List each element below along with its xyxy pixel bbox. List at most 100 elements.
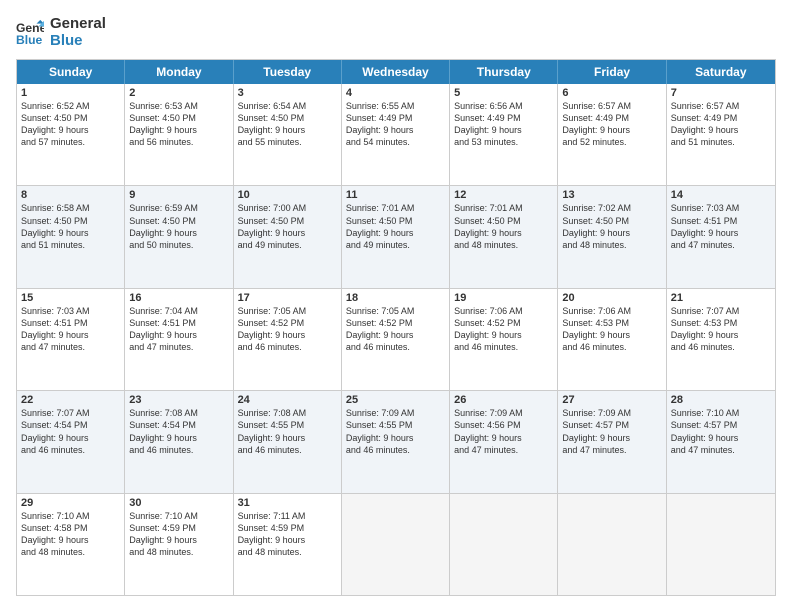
day-cell-9: 9Sunrise: 6:59 AMSunset: 4:50 PMDaylight… [125,186,233,287]
day-cell-24: 24Sunrise: 7:08 AMSunset: 4:55 PMDayligh… [234,391,342,492]
day-info: Sunrise: 7:11 AMSunset: 4:59 PMDaylight:… [238,510,337,559]
day-info: Sunrise: 7:07 AMSunset: 4:54 PMDaylight:… [21,407,120,456]
day-number: 30 [129,497,228,509]
day-number: 9 [129,189,228,201]
day-info: Sunrise: 7:10 AMSunset: 4:57 PMDaylight:… [671,407,771,456]
day-cell-28: 28Sunrise: 7:10 AMSunset: 4:57 PMDayligh… [667,391,775,492]
day-info: Sunrise: 7:02 AMSunset: 4:50 PMDaylight:… [562,202,661,251]
calendar-row-1: 1Sunrise: 6:52 AMSunset: 4:50 PMDaylight… [17,84,775,186]
day-cell-23: 23Sunrise: 7:08 AMSunset: 4:54 PMDayligh… [125,391,233,492]
day-cell-5: 5Sunrise: 6:56 AMSunset: 4:49 PMDaylight… [450,84,558,185]
day-number: 22 [21,394,120,406]
day-cell-13: 13Sunrise: 7:02 AMSunset: 4:50 PMDayligh… [558,186,666,287]
day-number: 10 [238,189,337,201]
day-cell-18: 18Sunrise: 7:05 AMSunset: 4:52 PMDayligh… [342,289,450,390]
day-info: Sunrise: 7:06 AMSunset: 4:53 PMDaylight:… [562,305,661,354]
day-cell-22: 22Sunrise: 7:07 AMSunset: 4:54 PMDayligh… [17,391,125,492]
day-cell-29: 29Sunrise: 7:10 AMSunset: 4:58 PMDayligh… [17,494,125,595]
day-info: Sunrise: 7:03 AMSunset: 4:51 PMDaylight:… [671,202,771,251]
day-info: Sunrise: 7:09 AMSunset: 4:55 PMDaylight:… [346,407,445,456]
day-cell-4: 4Sunrise: 6:55 AMSunset: 4:49 PMDaylight… [342,84,450,185]
header-day-thursday: Thursday [450,60,558,84]
day-info: Sunrise: 6:57 AMSunset: 4:49 PMDaylight:… [562,100,661,149]
calendar-row-4: 22Sunrise: 7:07 AMSunset: 4:54 PMDayligh… [17,391,775,493]
day-number: 16 [129,292,228,304]
day-number: 5 [454,87,553,99]
day-info: Sunrise: 6:56 AMSunset: 4:49 PMDaylight:… [454,100,553,149]
day-cell-31: 31Sunrise: 7:11 AMSunset: 4:59 PMDayligh… [234,494,342,595]
day-number: 1 [21,87,120,99]
day-cell-15: 15Sunrise: 7:03 AMSunset: 4:51 PMDayligh… [17,289,125,390]
day-info: Sunrise: 6:54 AMSunset: 4:50 PMDaylight:… [238,100,337,149]
header: General Blue General Blue [16,16,776,49]
day-cell-20: 20Sunrise: 7:06 AMSunset: 4:53 PMDayligh… [558,289,666,390]
day-info: Sunrise: 7:01 AMSunset: 4:50 PMDaylight:… [454,202,553,251]
day-number: 8 [21,189,120,201]
day-cell-6: 6Sunrise: 6:57 AMSunset: 4:49 PMDaylight… [558,84,666,185]
day-info: Sunrise: 7:10 AMSunset: 4:58 PMDaylight:… [21,510,120,559]
day-number: 31 [238,497,337,509]
day-info: Sunrise: 7:09 AMSunset: 4:56 PMDaylight:… [454,407,553,456]
day-info: Sunrise: 7:04 AMSunset: 4:51 PMDaylight:… [129,305,228,354]
day-number: 11 [346,189,445,201]
day-cell-3: 3Sunrise: 6:54 AMSunset: 4:50 PMDaylight… [234,84,342,185]
day-info: Sunrise: 7:01 AMSunset: 4:50 PMDaylight:… [346,202,445,251]
day-cell-25: 25Sunrise: 7:09 AMSunset: 4:55 PMDayligh… [342,391,450,492]
calendar: SundayMondayTuesdayWednesdayThursdayFrid… [16,59,776,596]
day-cell-7: 7Sunrise: 6:57 AMSunset: 4:49 PMDaylight… [667,84,775,185]
day-number: 6 [562,87,661,99]
day-cell-19: 19Sunrise: 7:06 AMSunset: 4:52 PMDayligh… [450,289,558,390]
calendar-body: 1Sunrise: 6:52 AMSunset: 4:50 PMDaylight… [17,84,775,595]
day-cell-11: 11Sunrise: 7:01 AMSunset: 4:50 PMDayligh… [342,186,450,287]
day-cell-21: 21Sunrise: 7:07 AMSunset: 4:53 PMDayligh… [667,289,775,390]
day-number: 4 [346,87,445,99]
header-day-sunday: Sunday [17,60,125,84]
calendar-row-3: 15Sunrise: 7:03 AMSunset: 4:51 PMDayligh… [17,289,775,391]
day-number: 12 [454,189,553,201]
day-info: Sunrise: 6:58 AMSunset: 4:50 PMDaylight:… [21,202,120,251]
day-number: 3 [238,87,337,99]
day-info: Sunrise: 6:55 AMSunset: 4:49 PMDaylight:… [346,100,445,149]
logo: General Blue General Blue [16,16,106,49]
day-number: 26 [454,394,553,406]
day-number: 25 [346,394,445,406]
day-cell-26: 26Sunrise: 7:09 AMSunset: 4:56 PMDayligh… [450,391,558,492]
day-info: Sunrise: 6:59 AMSunset: 4:50 PMDaylight:… [129,202,228,251]
day-number: 20 [562,292,661,304]
calendar-row-5: 29Sunrise: 7:10 AMSunset: 4:58 PMDayligh… [17,494,775,595]
day-cell-10: 10Sunrise: 7:00 AMSunset: 4:50 PMDayligh… [234,186,342,287]
day-info: Sunrise: 7:05 AMSunset: 4:52 PMDaylight:… [238,305,337,354]
day-cell-27: 27Sunrise: 7:09 AMSunset: 4:57 PMDayligh… [558,391,666,492]
empty-cell [450,494,558,595]
day-cell-8: 8Sunrise: 6:58 AMSunset: 4:50 PMDaylight… [17,186,125,287]
day-cell-17: 17Sunrise: 7:05 AMSunset: 4:52 PMDayligh… [234,289,342,390]
day-number: 28 [671,394,771,406]
day-number: 27 [562,394,661,406]
day-cell-12: 12Sunrise: 7:01 AMSunset: 4:50 PMDayligh… [450,186,558,287]
day-number: 19 [454,292,553,304]
day-info: Sunrise: 7:06 AMSunset: 4:52 PMDaylight:… [454,305,553,354]
empty-cell [667,494,775,595]
page: General Blue General Blue SundayMondayTu… [0,0,792,612]
empty-cell [558,494,666,595]
day-number: 21 [671,292,771,304]
day-info: Sunrise: 7:03 AMSunset: 4:51 PMDaylight:… [21,305,120,354]
day-info: Sunrise: 6:57 AMSunset: 4:49 PMDaylight:… [671,100,771,149]
day-number: 17 [238,292,337,304]
empty-cell [342,494,450,595]
calendar-header: SundayMondayTuesdayWednesdayThursdayFrid… [17,60,775,84]
day-info: Sunrise: 7:08 AMSunset: 4:55 PMDaylight:… [238,407,337,456]
day-number: 24 [238,394,337,406]
day-info: Sunrise: 7:00 AMSunset: 4:50 PMDaylight:… [238,202,337,251]
day-cell-2: 2Sunrise: 6:53 AMSunset: 4:50 PMDaylight… [125,84,233,185]
header-day-tuesday: Tuesday [234,60,342,84]
day-info: Sunrise: 7:10 AMSunset: 4:59 PMDaylight:… [129,510,228,559]
day-info: Sunrise: 7:05 AMSunset: 4:52 PMDaylight:… [346,305,445,354]
day-cell-16: 16Sunrise: 7:04 AMSunset: 4:51 PMDayligh… [125,289,233,390]
header-day-wednesday: Wednesday [342,60,450,84]
day-cell-1: 1Sunrise: 6:52 AMSunset: 4:50 PMDaylight… [17,84,125,185]
day-number: 29 [21,497,120,509]
day-info: Sunrise: 6:53 AMSunset: 4:50 PMDaylight:… [129,100,228,149]
header-day-friday: Friday [558,60,666,84]
day-number: 2 [129,87,228,99]
